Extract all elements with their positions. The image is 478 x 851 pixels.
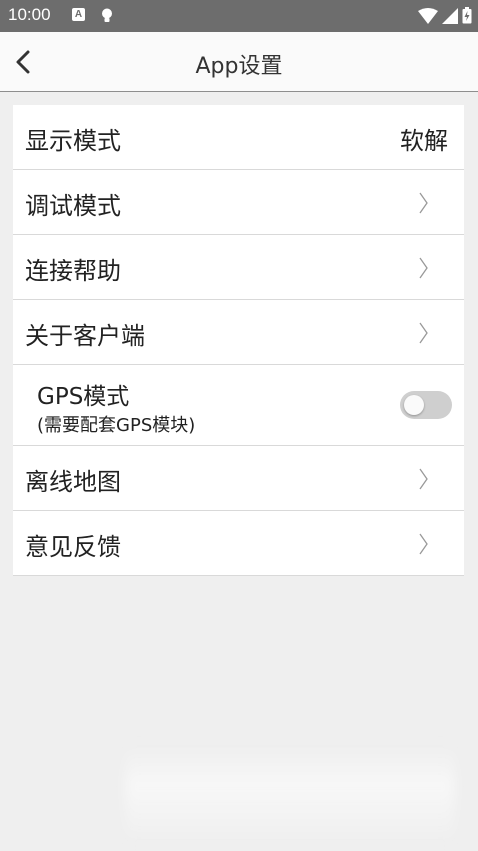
chevron-right-icon xyxy=(419,468,428,490)
chevron-right-icon xyxy=(419,192,428,214)
setting-offline-map[interactable]: 离线地图 xyxy=(13,446,464,511)
toggle-knob xyxy=(404,395,424,415)
debug-mode-label: 调试模式 xyxy=(25,192,121,220)
a-notification-icon: A xyxy=(72,8,85,21)
setting-gps-mode: GPS模式 (需要配套GPS模块) xyxy=(13,365,464,446)
bulb-icon xyxy=(101,8,113,27)
setting-about-client[interactable]: 关于客户端 xyxy=(13,300,464,365)
offline-map-label: 离线地图 xyxy=(25,468,121,496)
chevron-right-icon xyxy=(419,322,428,344)
setting-connect-help[interactable]: 连接帮助 xyxy=(13,235,464,300)
gps-mode-toggle[interactable] xyxy=(400,391,452,419)
background-glow xyxy=(125,745,455,845)
settings-list: 显示模式 软解 调试模式 连接帮助 关于客户端 GPS模式 (需要配套GPS模块… xyxy=(13,105,464,576)
connect-help-label: 连接帮助 xyxy=(25,257,121,285)
status-bar: 10:00 A xyxy=(0,0,478,32)
gps-mode-label: GPS模式 xyxy=(37,384,130,410)
chevron-right-icon xyxy=(419,257,428,279)
setting-debug-mode[interactable]: 调试模式 xyxy=(13,170,464,235)
signal-icon xyxy=(442,7,458,28)
about-client-label: 关于客户端 xyxy=(25,322,145,350)
gps-mode-sublabel: (需要配套GPS模块) xyxy=(37,415,196,436)
wifi-icon xyxy=(418,7,438,28)
status-time: 10:00 xyxy=(8,5,51,24)
app-bar: App设置 xyxy=(0,32,478,92)
battery-icon xyxy=(462,7,472,28)
feedback-label: 意见反馈 xyxy=(25,533,121,561)
setting-feedback[interactable]: 意见反馈 xyxy=(13,511,464,576)
chevron-right-icon xyxy=(419,533,428,555)
display-mode-value: 软解 xyxy=(400,127,448,155)
display-mode-label: 显示模式 xyxy=(25,127,121,155)
setting-display-mode[interactable]: 显示模式 软解 xyxy=(13,105,464,170)
page-title: App设置 xyxy=(195,54,283,79)
